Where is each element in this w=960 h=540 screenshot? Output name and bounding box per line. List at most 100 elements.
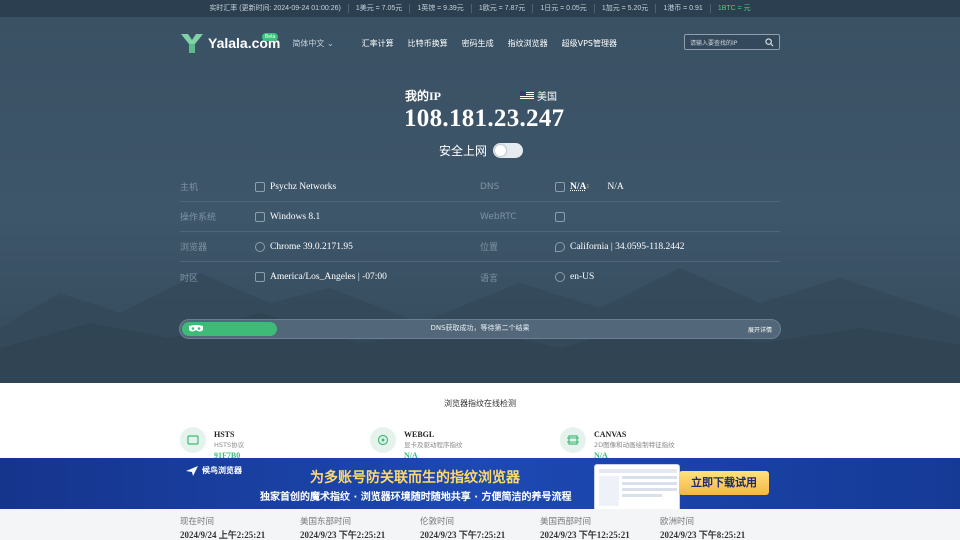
- clock-us-east: 美国东部时间 2024/9/23 下午2:25:21: [300, 509, 420, 540]
- country-name: 美国: [537, 92, 557, 103]
- detail-label: WebRTC: [480, 211, 517, 222]
- beta-badge: Beta: [262, 33, 279, 41]
- ticker-item: 实时汇率 (更新时间: 2024-09-24 01:00:26): [202, 4, 349, 13]
- language-selector[interactable]: 简体中文 ⌄: [292, 38, 333, 49]
- detail-label: 操作系统: [180, 213, 217, 223]
- banner-headline: 为多账号防关联而生的指纹浏览器: [310, 470, 520, 486]
- clock-london: 伦敦时间 2024/9/23 下午7:25:21: [420, 509, 540, 540]
- clock-label: 现在时间: [180, 517, 215, 527]
- dns-value[interactable]: N/A: [570, 182, 586, 192]
- detail-label: 语言: [480, 273, 499, 284]
- clock-value: 2024/9/23 下午8:25:21: [660, 530, 746, 540]
- ad-banner[interactable]: 候鸟浏览器 为多账号防关联而生的指纹浏览器 独家首创的魔术指纹 · 浏览器环境随…: [0, 458, 960, 509]
- ip-details: 主机 Psychz Networks DNS N/A 1 N/A 操作系统 Win…: [180, 172, 780, 292]
- download-trial-button[interactable]: 立即下载试用: [679, 471, 769, 495]
- detail-row: 操作系统 Windows 8.1 WebRTC: [180, 202, 780, 232]
- language-label: 简体中文: [292, 38, 325, 48]
- detail-value: en-US: [570, 272, 595, 282]
- detail-host: 主机 Psychz Networks: [180, 172, 480, 201]
- ip-address: 108.181.23.247: [404, 105, 565, 132]
- detail-label: 浏览器: [180, 243, 208, 253]
- banner-screenshot-image: [594, 464, 680, 509]
- file-icon: [255, 181, 265, 192]
- fingerprint-name: CANVAS: [594, 430, 627, 439]
- fingerprint-name: WEBGL: [404, 430, 435, 439]
- clock-label: 欧洲时间: [660, 517, 695, 527]
- banner-subline: 独家首创的魔术指纹 · 浏览器环境随时随地共享 · 方便简洁的养号流程: [260, 492, 572, 503]
- detail-label: 主机: [180, 183, 199, 193]
- ticker-item: 1英镑 = 9.39元: [410, 4, 472, 13]
- detail-row: 时区 America/Los_Angeles | -07:00 语言 en-US: [180, 262, 780, 292]
- clock-icon: [255, 272, 265, 282]
- pin-icon: [555, 241, 565, 252]
- fingerprint-webgl: WEBGL 显卡及驱动程序指纹 N/A: [370, 427, 463, 460]
- fingerprint-name: HSTS: [214, 430, 235, 439]
- menu-item-fingerprint-browser[interactable]: 指纹浏览器: [508, 38, 548, 49]
- top-nav: Yalala.com Beta 简体中文 ⌄ 汇率计算 比特币换算 密码生成 指…: [180, 25, 780, 61]
- clock-us-west: 美国西部时间 2024/9/23 下午12:25:21: [540, 509, 660, 540]
- clock-value: 2024/9/23 下午12:25:21: [540, 530, 630, 540]
- detail-os: 操作系统 Windows 8.1: [180, 202, 480, 231]
- country-display: 美国: [520, 88, 557, 103]
- bird-icon: [186, 465, 198, 476]
- ticker-item: 1美元 = 7.05元: [349, 4, 411, 13]
- detail-language: 语言 en-US: [480, 262, 780, 292]
- site-logo[interactable]: Yalala.com Beta: [180, 31, 280, 55]
- clock-value: 2024/9/23 下午7:25:21: [420, 530, 506, 540]
- detail-browser: 浏览器 Chrome 39.0.2171.95: [180, 232, 480, 261]
- detail-value: Windows 8.1: [270, 211, 321, 222]
- detail-timezone: 时区 America/Los_Angeles | -07:00: [180, 262, 480, 292]
- detail-label: DNS: [480, 181, 500, 192]
- canvas-icon: [560, 427, 586, 453]
- clock-europe: 欧洲时间 2024/9/23 下午8:25:21: [660, 509, 780, 540]
- chevron-down-icon: ⌄: [326, 38, 334, 48]
- chat-icon: [555, 272, 565, 282]
- detail-location: 位置 California | 34.0595-118.2442: [480, 232, 780, 261]
- ticker-item: 1加元 = 5.20元: [595, 4, 657, 13]
- detail-label: 时区: [180, 273, 199, 284]
- us-flag-icon: [520, 91, 534, 100]
- detail-value: California | 34.0595-118.2442: [570, 241, 685, 252]
- my-ip-label: 我的IP: [405, 89, 442, 103]
- clock-label: 伦敦时间: [420, 517, 455, 527]
- network-icon: [555, 181, 565, 192]
- menu-item-bitcoin[interactable]: 比特币换算: [408, 38, 448, 49]
- fingerprint-desc: 显卡及驱动程序指纹: [404, 441, 463, 449]
- safe-browsing-label: 安全上网: [439, 144, 488, 158]
- detail-value: America/Los_Angeles | -07:00: [270, 272, 387, 282]
- clock-label: 美国东部时间: [300, 517, 352, 527]
- safe-browsing-toggle[interactable]: [493, 143, 524, 158]
- ticker-item: 1港币 = 0.91: [656, 4, 711, 13]
- fingerprint-desc: 2D图像和动画绘制特征指纹: [594, 441, 675, 449]
- fingerprint-canvas: CANVAS 2D图像和动画绘制特征指纹 N/A: [560, 427, 675, 460]
- detail-webrtc: WebRTC: [480, 202, 780, 231]
- safe-browsing: 安全上网: [439, 142, 524, 159]
- clock-local: 现在时间 2024/9/24 上午2:25:21: [180, 509, 300, 540]
- ticker-btc: 1BTC = 元: [717, 5, 751, 12]
- search-icon[interactable]: [765, 38, 774, 47]
- dns-extra-value: N/A: [607, 181, 624, 192]
- exchange-rate-ticker: 实时汇率 (更新时间: 2024-09-24 01:00:26) 1美元 = 7…: [0, 0, 960, 17]
- fingerprint-hsts: HSTS HSTS协议 91F7B0: [180, 427, 244, 460]
- clock-value: 2024/9/24 上午2:25:21: [180, 530, 266, 540]
- menu-item-password[interactable]: 密码生成: [462, 38, 494, 49]
- fingerprint-desc: HSTS协议: [214, 441, 245, 449]
- expand-details-link[interactable]: 展开详情: [748, 325, 772, 334]
- monitor-icon: [255, 211, 265, 222]
- ticker-item: 1欧元 = 7.87元: [472, 4, 534, 13]
- clock-value: 2024/9/23 下午2:25:21: [300, 530, 386, 540]
- cube-icon: [555, 211, 565, 222]
- menu-item-exchange[interactable]: 汇率计算: [362, 38, 394, 49]
- detail-row: 主机 Psychz Networks DNS N/A 1 N/A: [180, 172, 780, 202]
- ip-search-input[interactable]: 请输入要查找的IP: [684, 34, 780, 50]
- menu-item-vps-manager[interactable]: 超级VPS管理器: [562, 38, 617, 49]
- dns-count: 1: [586, 183, 590, 190]
- detail-row: 浏览器 Chrome 39.0.2171.95 位置 California | …: [180, 232, 780, 262]
- clock-label: 美国西部时间: [540, 517, 592, 527]
- detail-label: 位置: [480, 243, 499, 253]
- hsts-icon: [180, 427, 206, 453]
- progress-message: DNS获取成功，等待第二个结果: [430, 324, 530, 332]
- detail-dns: DNS N/A 1 N/A: [480, 172, 780, 201]
- world-clock: 现在时间 2024/9/24 上午2:25:21 美国东部时间 2024/9/2…: [0, 509, 960, 540]
- detail-value: Chrome 39.0.2171.95: [270, 241, 353, 252]
